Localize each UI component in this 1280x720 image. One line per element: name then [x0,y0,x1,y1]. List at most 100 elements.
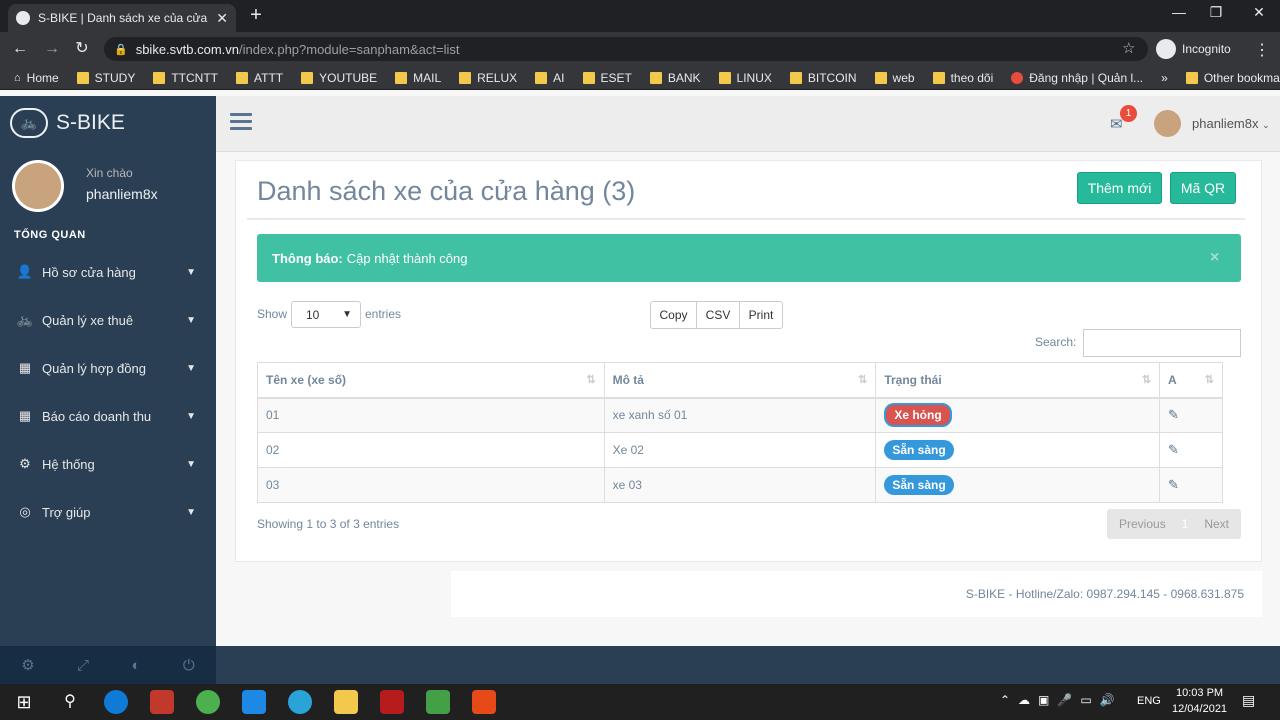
clock-date[interactable]: 12/04/2021 [1172,703,1227,715]
close-icon[interactable]: × [1210,249,1219,267]
cell-status: Sẵn sàng [875,432,1161,468]
cell-desc: xe xanh số 01 [603,397,877,433]
eye-slash-icon[interactable]: ◐ [131,657,140,674]
site-icon [1011,71,1024,84]
chevron-down-icon: ▼ [342,309,352,320]
chevron-down-icon: ▼ [186,266,196,278]
bookmark-item[interactable]: AI [535,71,565,85]
bookmark-item[interactable]: RELUX [459,71,517,85]
cell-action: ✎ [1159,467,1223,503]
bookmark-item[interactable]: BITCOIN [789,71,857,85]
gear-icon[interactable]: ⚙ [21,656,34,674]
status-badge: Sẵn sàng [884,440,954,460]
search-icon[interactable]: ⚲ [58,690,82,714]
column-header-status[interactable]: Trạng thái ⇅ [875,362,1161,399]
bookmark-item[interactable]: Đăng nhập | Quản l... [1011,71,1143,85]
cell-status: Xe hỏng [875,397,1161,433]
chevron-down-icon: ⌄ [1262,120,1270,130]
windows-start-icon[interactable]: ⊞ [12,690,36,714]
back-arrow-icon[interactable]: ← [10,39,30,59]
bookmark-item[interactable]: TTCNTT [153,71,218,85]
fullscreen-icon[interactable]: ⤢ [77,657,89,674]
folder-icon [535,71,548,84]
sidebar-item-hop-dong[interactable]: ▦ Quản lý hợp đồng ▼ [0,348,216,388]
notification-icon[interactable]: ▤ [1242,692,1255,709]
language-indicator[interactable]: ENG [1137,695,1161,707]
folder-icon [718,71,731,84]
vtv-icon[interactable] [380,690,404,714]
search-label: Search: [1035,335,1077,349]
bookmark-item[interactable]: MAIL [395,71,441,85]
brand[interactable]: 🚲 S-BIKE [10,108,125,138]
hamburger-menu-icon[interactable] [230,113,252,131]
column-header-action[interactable]: A ⇅ [1159,362,1223,399]
column-header-desc[interactable]: Mô tả ⇅ [603,362,877,399]
camtasia-icon[interactable] [426,690,450,714]
bookmark-item[interactable]: YOUTUBE [301,71,377,85]
add-new-button[interactable]: Thêm mới [1077,172,1162,204]
entries-label: entries [365,307,402,321]
recorder-icon[interactable] [472,690,496,714]
sidebar-item-bao-cao[interactable]: ▦ Báo cáo doanh thu ▼ [0,396,216,436]
bookmark-item[interactable]: ESET [582,71,632,85]
status-badge: Sẵn sàng [884,475,954,495]
close-icon[interactable]: ✕ [216,10,228,27]
sidebar-item-xe-thue[interactable]: 🚲 Quản lý xe thuê ▼ [0,300,216,340]
pager-next[interactable]: Next [1204,517,1229,531]
bookmark-item[interactable]: web [874,71,915,85]
print-button[interactable]: Print [739,301,783,329]
chrome-icon[interactable] [196,690,220,714]
csv-button[interactable]: CSV [696,301,740,329]
qr-code-button[interactable]: Mã QR [1170,172,1236,204]
edit-icon[interactable]: ✎ [1168,407,1179,422]
pager-current[interactable]: 1 [1182,517,1189,531]
kebab-menu-icon[interactable]: ⋮ [1254,40,1270,60]
bookmark-item[interactable]: LINUX [718,71,772,85]
edit-icon[interactable]: ✎ [1168,442,1179,457]
table-row: 02 Xe 02 Sẵn sàng ✎ [257,432,1223,468]
forward-arrow-icon[interactable]: → [42,39,62,59]
bookmarks-overflow[interactable]: » [1161,71,1168,85]
edit-icon[interactable]: ✎ [1168,477,1179,492]
bookmark-item[interactable]: BANK [649,71,701,85]
bicycle-icon: 🚲 [10,108,48,138]
app-icon[interactable] [150,690,174,714]
new-tab-button[interactable]: + [244,4,268,28]
bookmark-item[interactable]: STUDY [76,71,135,85]
star-icon[interactable]: ☆ [1122,39,1135,57]
file-explorer-icon[interactable] [334,690,358,714]
maximize-icon[interactable]: ❐ [1205,4,1227,24]
browser-tab[interactable]: S-BIKE | Danh sách xe của cửa hà ✕ [8,4,236,32]
sidebar-item-ho-so[interactable]: 👤 Hồ sơ cửa hàng ▼ [0,252,216,292]
reload-icon[interactable]: ↻ [72,39,92,59]
pager-previous[interactable]: Previous [1119,517,1166,531]
power-icon[interactable]: ⏻ [183,657,195,674]
clock-time[interactable]: 10:03 PM [1176,687,1223,699]
folder-icon [459,71,472,84]
telegram-icon[interactable] [288,690,312,714]
sidebar-item-label: Quản lý xe thuê [42,312,134,328]
page-length-select[interactable]: 10 ▼ [291,301,361,328]
top-avatar[interactable] [1154,110,1181,137]
edge-icon[interactable] [104,690,128,714]
top-user-menu[interactable]: phanliem8x ⌄ [1192,116,1270,131]
minimize-icon[interactable]: — [1168,4,1190,24]
column-header-name[interactable]: Tên xe (xe số) ⇅ [257,362,605,399]
mail-app-icon[interactable] [242,690,266,714]
incognito-indicator[interactable]: Incognito [1156,38,1242,60]
url-input[interactable]: 🔒 sbike.svtb.com.vn/index.php?module=san… [104,37,1148,61]
other-bookmarks[interactable]: Other bookmarks [1185,71,1280,85]
cell-name: 02 [257,432,605,468]
system-tray[interactable]: ⌃☁▣🎤▭🔊 [1000,693,1123,707]
chevron-down-icon: ▼ [186,458,196,470]
bookmark-item[interactable]: ⌂ Home [14,71,59,85]
sidebar-item-tro-giup[interactable]: ◎ Trợ giúp ▼ [0,492,216,532]
copy-button[interactable]: Copy [650,301,697,329]
bookmark-item[interactable]: theo dõi [932,71,993,85]
bookmark-item[interactable]: ATTT [236,71,283,85]
mail-count-badge: 1 [1120,105,1137,122]
sidebar-item-he-thong[interactable]: ⚙ Hệ thống ▼ [0,444,216,484]
alert-label: Thông báo: [272,250,343,266]
window-close-icon[interactable]: ✕ [1248,4,1270,24]
search-input[interactable] [1083,329,1241,357]
